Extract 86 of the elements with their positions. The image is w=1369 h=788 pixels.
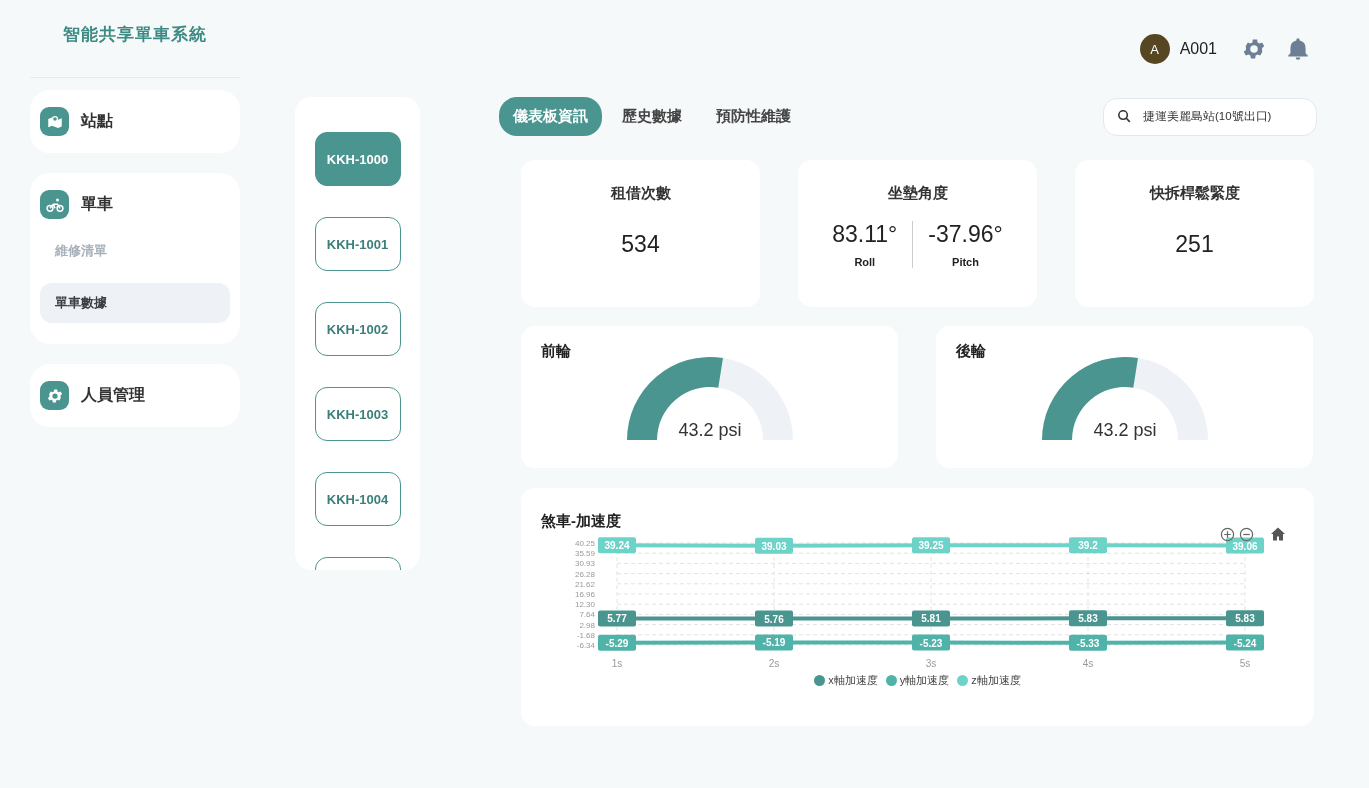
y-axis-label: 35.59 <box>574 549 595 559</box>
x-axis-label: 2s <box>768 658 780 669</box>
bike-button[interactable]: KKH-1000 <box>314 132 401 186</box>
search-field[interactable]: 捷運美麗島站(10號出口) <box>1143 110 1293 123</box>
gauge-title: 後輪 <box>956 342 986 361</box>
submenu-item[interactable]: 單車數據 <box>40 283 230 323</box>
x-axis-label: 5s <box>1239 658 1251 669</box>
chart-title: 煞車-加速度 <box>541 512 622 531</box>
stat-value: 534 <box>621 231 660 258</box>
stat-title: 坐墊角度 <box>887 184 948 203</box>
bike-button[interactable]: KKH-1001 <box>314 217 401 271</box>
bike-button[interactable]: KKH-1003 <box>314 387 401 441</box>
stat-value: 83.11° <box>832 221 898 248</box>
data-label: -5.29 <box>605 637 629 649</box>
nav-item[interactable]: 人員管理 <box>40 381 230 410</box>
stat-label: Roll <box>854 256 876 268</box>
data-label: -5.19 <box>762 637 786 649</box>
data-label: 39.2 <box>1078 540 1099 552</box>
data-label: 5.83 <box>1235 613 1256 625</box>
settings-icon[interactable] <box>1241 36 1267 62</box>
x-axis-label: 1s <box>611 658 623 669</box>
app-title: 智能共享單車系統 <box>63 24 207 46</box>
data-label: 39.24 <box>598 537 636 554</box>
y-axis-label: 40.25 <box>574 539 595 548</box>
data-label: 5.83 <box>1226 610 1264 627</box>
y-axis-label: -1.68 <box>576 630 595 640</box>
data-label: 39.25 <box>918 540 944 552</box>
zoom-in-icon[interactable] <box>1220 526 1235 542</box>
zoom-out-icon[interactable] <box>1239 526 1254 542</box>
search-icon <box>1116 108 1133 125</box>
data-label: -5.24 <box>1233 637 1257 649</box>
legend-label[interactable]: z軸加速度 <box>971 673 1021 688</box>
notification-bell-icon[interactable] <box>1285 36 1311 62</box>
gauge-title: 前輪 <box>541 342 571 361</box>
bike-button[interactable]: KKH-1004 <box>314 472 401 526</box>
legend-label[interactable]: x軸加速度 <box>828 673 878 688</box>
gauge-reading: 43.2 psi <box>1093 420 1156 440</box>
gear-icon <box>45 386 64 405</box>
avatar[interactable]: A <box>1139 34 1170 64</box>
stat-title: 快拆桿鬆緊度 <box>1149 184 1240 203</box>
data-label: -5.23 <box>919 637 943 649</box>
data-label: 39.03 <box>761 540 787 552</box>
nav-item[interactable]: 單車 <box>40 190 230 219</box>
data-label: 39.24 <box>604 540 630 552</box>
data-label: 39.06 <box>1226 537 1264 554</box>
data-label: -5.33 <box>1069 634 1107 651</box>
y-axis-label: 2.98 <box>579 620 595 630</box>
stat-value: 251 <box>1175 231 1214 258</box>
data-label: 5.76 <box>764 613 785 625</box>
x-axis-label: 4s <box>1082 658 1094 669</box>
data-label: 5.77 <box>607 613 628 625</box>
stat-title: 租借次數 <box>610 184 671 203</box>
data-label: 5.76 <box>755 610 793 627</box>
y-axis-label: -6.34 <box>576 641 595 650</box>
data-label: -5.23 <box>912 634 950 651</box>
y-axis-label: 12.30 <box>574 600 595 610</box>
legend-label[interactable]: y軸加速度 <box>899 673 950 688</box>
data-label: 5.83 <box>1069 610 1107 627</box>
y-axis-label: 21.62 <box>574 579 595 589</box>
stat-value: -37.96° <box>928 221 1003 248</box>
y-axis-label: 30.93 <box>574 559 595 569</box>
user-name: A001 <box>1179 40 1217 58</box>
data-label: 5.81 <box>912 610 950 627</box>
data-label: 5.83 <box>1078 613 1099 625</box>
data-label: -5.24 <box>1226 634 1264 651</box>
gauge-reading: 43.2 psi <box>678 420 741 440</box>
stat-label: Pitch <box>952 256 979 268</box>
y-axis-label: 7.64 <box>579 610 595 620</box>
tab[interactable]: 預防性維護 <box>702 97 805 136</box>
data-label: -5.19 <box>755 634 793 651</box>
data-label: 39.25 <box>912 537 950 554</box>
data-label: -5.33 <box>1076 637 1100 649</box>
home-icon[interactable] <box>1270 526 1286 542</box>
data-label: 5.81 <box>921 613 942 625</box>
x-axis-label: 3s <box>925 658 937 669</box>
data-label: -5.29 <box>598 634 636 651</box>
tab[interactable]: 歷史數據 <box>608 97 696 136</box>
bike-button[interactable]: KKH-1002 <box>314 302 401 356</box>
nav-item[interactable]: 站點 <box>40 107 230 136</box>
data-label: 39.2 <box>1069 537 1107 554</box>
y-axis-label: 16.96 <box>574 590 595 599</box>
data-label: 5.77 <box>598 610 636 627</box>
data-label: 39.06 <box>1232 540 1258 552</box>
y-axis-label: 26.28 <box>574 569 595 579</box>
data-label: 39.03 <box>755 537 793 554</box>
tab[interactable]: 儀表板資訊 <box>499 97 602 136</box>
